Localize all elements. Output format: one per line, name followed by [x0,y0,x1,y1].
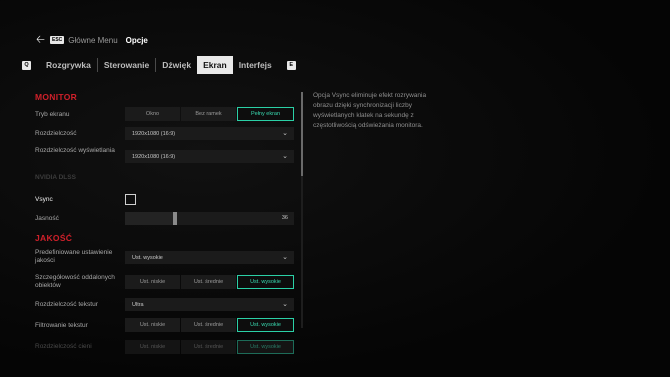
section-quality-heading: JAKOŚĆ [35,233,73,243]
tab-audio[interactable]: Dźwięk [156,56,197,74]
tab-bar: Q Rozgrywka Sterowanie Dźwięk Ekran Inte… [22,56,296,74]
screen-mode-fullscreen[interactable]: Pełny ekran [237,107,294,121]
back-arrow-icon[interactable]: 🡠 [36,35,46,46]
breadcrumb: 🡠 ESC Główne Menu Opcje [36,35,148,46]
brightness-slider-fill [125,212,175,225]
texture-filtering-low[interactable]: Ust. niskie [125,318,180,332]
texture-filtering-medium[interactable]: Ust. średnie [181,318,236,332]
settings-scrollbar[interactable] [301,92,303,328]
shadow-resolution-low[interactable]: Ust. niskie [125,340,180,354]
display-resolution-dropdown[interactable]: 1920x1080 (16:9) ⌄ [125,150,294,163]
vsync-label: Vsync [35,196,53,203]
tab-controls[interactable]: Sterowanie [98,56,155,74]
distant-detail-selector: Ust. niskie Ust. średnie Ust. wysokie [125,275,294,289]
next-tab-key-icon[interactable]: E [286,60,296,70]
display-resolution-label: Rozdzielczość wyświetlania [35,147,115,154]
tab-gameplay[interactable]: Rozgrywka [40,56,97,74]
screen-mode-window[interactable]: Okno [125,107,180,121]
screen-mode-label: Tryb ekranu [35,111,70,118]
nvidia-dlss-label: NVIDIA DLSS [35,174,76,181]
quality-preset-label: Predefiniowane ustawienie jakości [35,249,113,264]
scrollbar-thumb[interactable] [301,92,303,176]
texture-resolution-label: Rozdzielczość tekstur [35,301,98,308]
shadow-resolution-medium[interactable]: Ust. średnie [181,340,236,354]
chevron-down-icon: ⌄ [282,301,288,308]
distant-detail-medium[interactable]: Ust. średnie [181,275,236,289]
display-resolution-value: 1920x1080 (16:9) [132,153,176,160]
chevron-down-icon: ⌄ [282,130,288,137]
esc-key-icon[interactable]: ESC [50,36,65,44]
quality-preset-dropdown[interactable]: Ust. wysokie ⌄ [125,251,294,264]
shadow-resolution-label: Rozdzielczość cieni [35,343,92,350]
texture-filtering-selector: Ust. niskie Ust. średnie Ust. wysokie [125,318,294,332]
screen-mode-selector: Okno Bez ramek Pełny ekran [125,107,294,121]
distant-detail-high[interactable]: Ust. wysokie [237,275,294,289]
setting-description: Opcja Vsync eliminuje efekt rozrywania o… [313,92,427,129]
texture-resolution-value: Ultra [132,301,144,308]
quality-preset-value: Ust. wysokie [132,254,163,261]
texture-resolution-dropdown[interactable]: Ultra ⌄ [125,298,294,311]
texture-filtering-label: Filtrowanie tekstur [35,322,88,329]
shadow-resolution-selector: Ust. niskie Ust. średnie Ust. wysokie [125,340,294,354]
resolution-dropdown[interactable]: 1920x1080 (16:9) ⌄ [125,127,294,140]
chevron-down-icon: ⌄ [282,254,288,261]
breadcrumb-main-menu[interactable]: Główne Menu [68,36,117,45]
vsync-checkbox[interactable] [125,194,136,205]
brightness-value: 36 [281,215,288,221]
texture-filtering-high[interactable]: Ust. wysokie [237,318,294,332]
shadow-resolution-high[interactable]: Ust. wysokie [237,340,294,354]
screen-mode-borderless[interactable]: Bez ramek [181,107,236,121]
resolution-value: 1920x1080 (16:9) [132,130,176,137]
brightness-slider[interactable]: 36 [125,212,294,225]
section-monitor-heading: MONITOR [35,92,78,102]
prev-tab-key-icon[interactable]: Q [22,60,31,70]
tab-display[interactable]: Ekran [197,56,233,74]
brightness-label: Jasność [35,215,59,222]
page-title: Opcje [125,35,148,45]
chevron-down-icon: ⌄ [282,153,288,160]
tab-interface[interactable]: Interfejs [233,56,278,74]
distant-detail-label: Szczegółowość oddalonych obiektów [35,274,115,289]
brightness-slider-thumb[interactable] [173,212,177,225]
distant-detail-low[interactable]: Ust. niskie [125,275,180,289]
resolution-label: Rozdzielczość [35,130,77,137]
